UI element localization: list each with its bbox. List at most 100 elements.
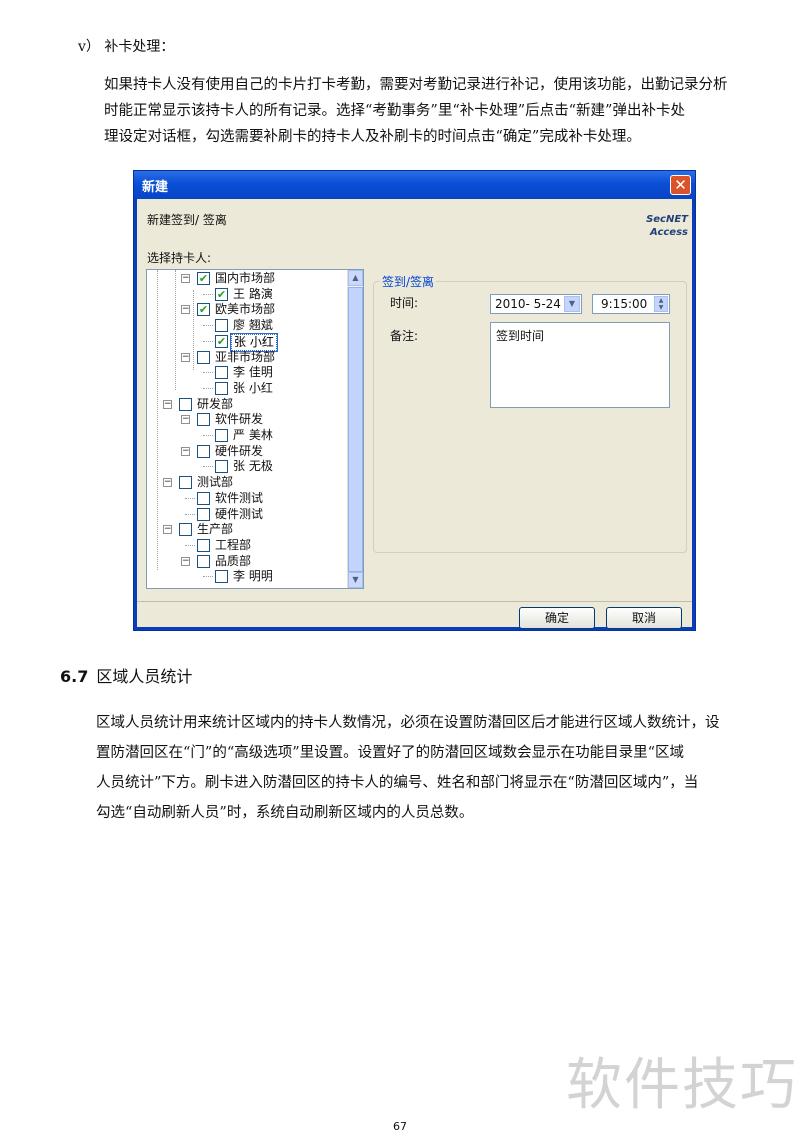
paragraph-line: 如果持卡人没有使用自己的卡片打卡考勤，需要对考勤记录进行补记，使用该功能，出勤记… bbox=[104, 77, 728, 93]
scroll-down-icon[interactable]: ▼ bbox=[348, 572, 363, 588]
tree-checkbox[interactable]: ✔ bbox=[215, 334, 228, 348]
chevron-down-icon[interactable]: ▼ bbox=[564, 296, 580, 312]
tree-node-label: 软件研发 bbox=[215, 412, 264, 427]
tree-checkbox[interactable] bbox=[197, 507, 210, 521]
cardholder-tree[interactable]: − ✔ 国内市场部 ✔ 王 路演 − ✔ 欧美市场部廖 翘斌 ✔ 张 小红 − 亚非市场部李 佳明张 … bbox=[146, 269, 364, 589]
tree-connector bbox=[203, 435, 213, 436]
dialog-subtitle: 新建签到/ 签离 bbox=[147, 213, 227, 227]
tree-connector bbox=[203, 372, 213, 374]
collapse-icon[interactable]: − bbox=[163, 478, 172, 488]
tree-node-label: 研发部 bbox=[197, 396, 234, 411]
tree-scrollbar[interactable]: ▲ ▼ bbox=[347, 270, 363, 588]
collapse-icon[interactable]: − bbox=[181, 415, 190, 425]
tree-checkbox[interactable]: ✔ bbox=[215, 287, 228, 301]
tree-connector bbox=[203, 293, 213, 295]
scroll-up-icon[interactable]: ▲ bbox=[348, 270, 363, 286]
tree-checkbox[interactable]: ✔ bbox=[197, 303, 210, 317]
tree-connector bbox=[203, 387, 213, 389]
dialog-body: 新建签到/ 签离 SecNET Access 选择持卡人: − ✔ 国内市场部 ✔ 王 … bbox=[137, 199, 692, 629]
collapse-icon[interactable]: − bbox=[181, 274, 190, 283]
tree-connector bbox=[203, 340, 213, 342]
close-button[interactable]: ✕ bbox=[670, 175, 691, 195]
tree-checkbox[interactable]: ✔ bbox=[197, 272, 210, 285]
divider bbox=[137, 601, 692, 602]
date-value: 2010- 5-24 bbox=[495, 297, 561, 311]
tree-node-label: 欧美市场部 bbox=[215, 302, 276, 317]
paragraph-line: 人员统计”下方。刷卡进入防潜回区的持卡人的编号、姓名和部门将显示在“防潜回区域内… bbox=[96, 775, 699, 791]
tree-checkbox[interactable] bbox=[215, 366, 228, 380]
paragraph-line: 置防潜回区在“门”的“高级选项”里设置。设置好了的防潜回区域数会显示在功能目录里… bbox=[96, 745, 685, 761]
tree-node-label: 工程部 bbox=[215, 537, 252, 552]
tree-checkbox[interactable] bbox=[197, 350, 210, 364]
cancel-button[interactable]: 取消 bbox=[606, 607, 682, 629]
dialog-titlebar[interactable]: 新建 ✕ bbox=[134, 171, 695, 199]
tree-node-label: 严 美林 bbox=[233, 428, 273, 442]
tree-checkbox[interactable] bbox=[197, 538, 210, 552]
secnet-logo: SecNET Access bbox=[640, 213, 688, 239]
tree-node-label: 硬件测试 bbox=[215, 506, 264, 521]
note-textarea[interactable]: 签到时间 bbox=[490, 322, 670, 408]
section-heading: 6.7 区域人员统计 bbox=[60, 663, 192, 687]
tree-connector bbox=[193, 290, 194, 370]
tree-checkbox[interactable] bbox=[179, 397, 192, 411]
tree-node-label: 张 小红 bbox=[230, 332, 278, 352]
paragraph-line: 理设定对话框，勾选需要补刷卡的持卡人及补刷卡的时间点击“确定”完成补卡处理。 bbox=[104, 129, 641, 145]
step-heading: v） 补卡处理： bbox=[78, 39, 175, 55]
tree-node-label: 廖 翘斌 bbox=[233, 318, 273, 333]
collapse-icon[interactable]: − bbox=[163, 399, 172, 409]
section-number: 6.7 bbox=[60, 667, 89, 686]
tree-checkbox[interactable] bbox=[197, 554, 210, 568]
tree-node-label: 亚非市场部 bbox=[215, 349, 276, 364]
dialog-title: 新建 bbox=[142, 180, 169, 195]
intro-paragraph: 如果持卡人没有使用自己的卡片打卡考勤，需要对考勤记录进行补记，使用该功能，出勤记… bbox=[104, 72, 776, 150]
time-label: 时间: bbox=[390, 296, 419, 310]
page-number: 67 bbox=[393, 1120, 407, 1133]
collapse-icon[interactable]: − bbox=[181, 305, 190, 315]
collapse-icon[interactable]: − bbox=[163, 525, 172, 535]
tree-node-label: 品质部 bbox=[215, 553, 252, 568]
tree-node-label: 生产部 bbox=[197, 522, 234, 537]
tree-node-label: 测试部 bbox=[197, 475, 234, 490]
tree-checkbox[interactable] bbox=[179, 476, 192, 490]
section-paragraph: 区域人员统计用来统计区域内的持卡人数情况，必须在设置防潜回区后才能进行区域人数统… bbox=[96, 708, 776, 828]
tree-checkbox[interactable] bbox=[197, 444, 210, 458]
logo-line: SecNET bbox=[646, 214, 688, 225]
tree-node-label: 硬件研发 bbox=[215, 443, 264, 458]
new-checkin-dialog: 新建 ✕ 新建签到/ 签离 SecNET Access 选择持卡人: − ✔ 国内市… bbox=[133, 170, 696, 631]
tree-checkbox[interactable] bbox=[179, 523, 192, 537]
note-label: 备注: bbox=[390, 329, 419, 343]
tree-checkbox[interactable] bbox=[215, 381, 228, 395]
watermark: 软件技巧 bbox=[566, 1053, 798, 1118]
checkin-groupbox: 签到/签离 时间: 2010- 5-24 ▼ 9:15:00 ▲ ▼ 备注: 签到… bbox=[373, 273, 687, 553]
collapse-icon[interactable]: − bbox=[181, 352, 190, 362]
tree-checkbox[interactable] bbox=[197, 413, 210, 427]
tree-node-label: 王 路演 bbox=[233, 286, 273, 301]
tree-node-label: 李 明明 bbox=[233, 569, 273, 584]
tree-connector bbox=[185, 497, 195, 499]
tree-checkbox[interactable] bbox=[215, 570, 228, 584]
tree-checkbox[interactable] bbox=[215, 429, 228, 442]
tree-node-label: 李 佳明 bbox=[233, 365, 273, 380]
tree-node-label: 张 小红 bbox=[233, 380, 273, 395]
ok-button[interactable]: 确定 bbox=[519, 607, 595, 629]
tree-connector bbox=[175, 270, 176, 390]
section-title-text: 区域人员统计 bbox=[96, 667, 193, 686]
scroll-thumb[interactable] bbox=[348, 287, 363, 572]
collapse-icon[interactable]: − bbox=[181, 446, 190, 456]
tree-connector bbox=[185, 513, 195, 515]
time-picker[interactable]: 9:15:00 ▲ ▼ bbox=[592, 294, 670, 314]
tree-checkbox[interactable] bbox=[197, 491, 210, 505]
tree-checkbox[interactable] bbox=[215, 460, 228, 474]
groupbox-legend: 签到/签离 bbox=[380, 273, 437, 290]
tree-connector bbox=[157, 270, 158, 570]
spinner-icon[interactable]: ▲ ▼ bbox=[654, 296, 668, 312]
tree-node-label: 软件测试 bbox=[215, 490, 264, 505]
tree-checkbox[interactable] bbox=[215, 319, 228, 333]
paragraph-line: 区域人员统计用来统计区域内的持卡人数情况，必须在设置防潜回区后才能进行区域人数统… bbox=[96, 715, 720, 731]
date-picker[interactable]: 2010- 5-24 ▼ bbox=[490, 294, 582, 314]
tree-connector bbox=[203, 466, 213, 468]
collapse-icon[interactable]: − bbox=[181, 556, 190, 566]
tree-connector bbox=[203, 576, 213, 578]
paragraph-line: 勾选“自动刷新人员”时，系统自动刷新区域内的人员总数。 bbox=[96, 805, 474, 821]
tree-node-label: 国内市场部 bbox=[215, 271, 276, 285]
